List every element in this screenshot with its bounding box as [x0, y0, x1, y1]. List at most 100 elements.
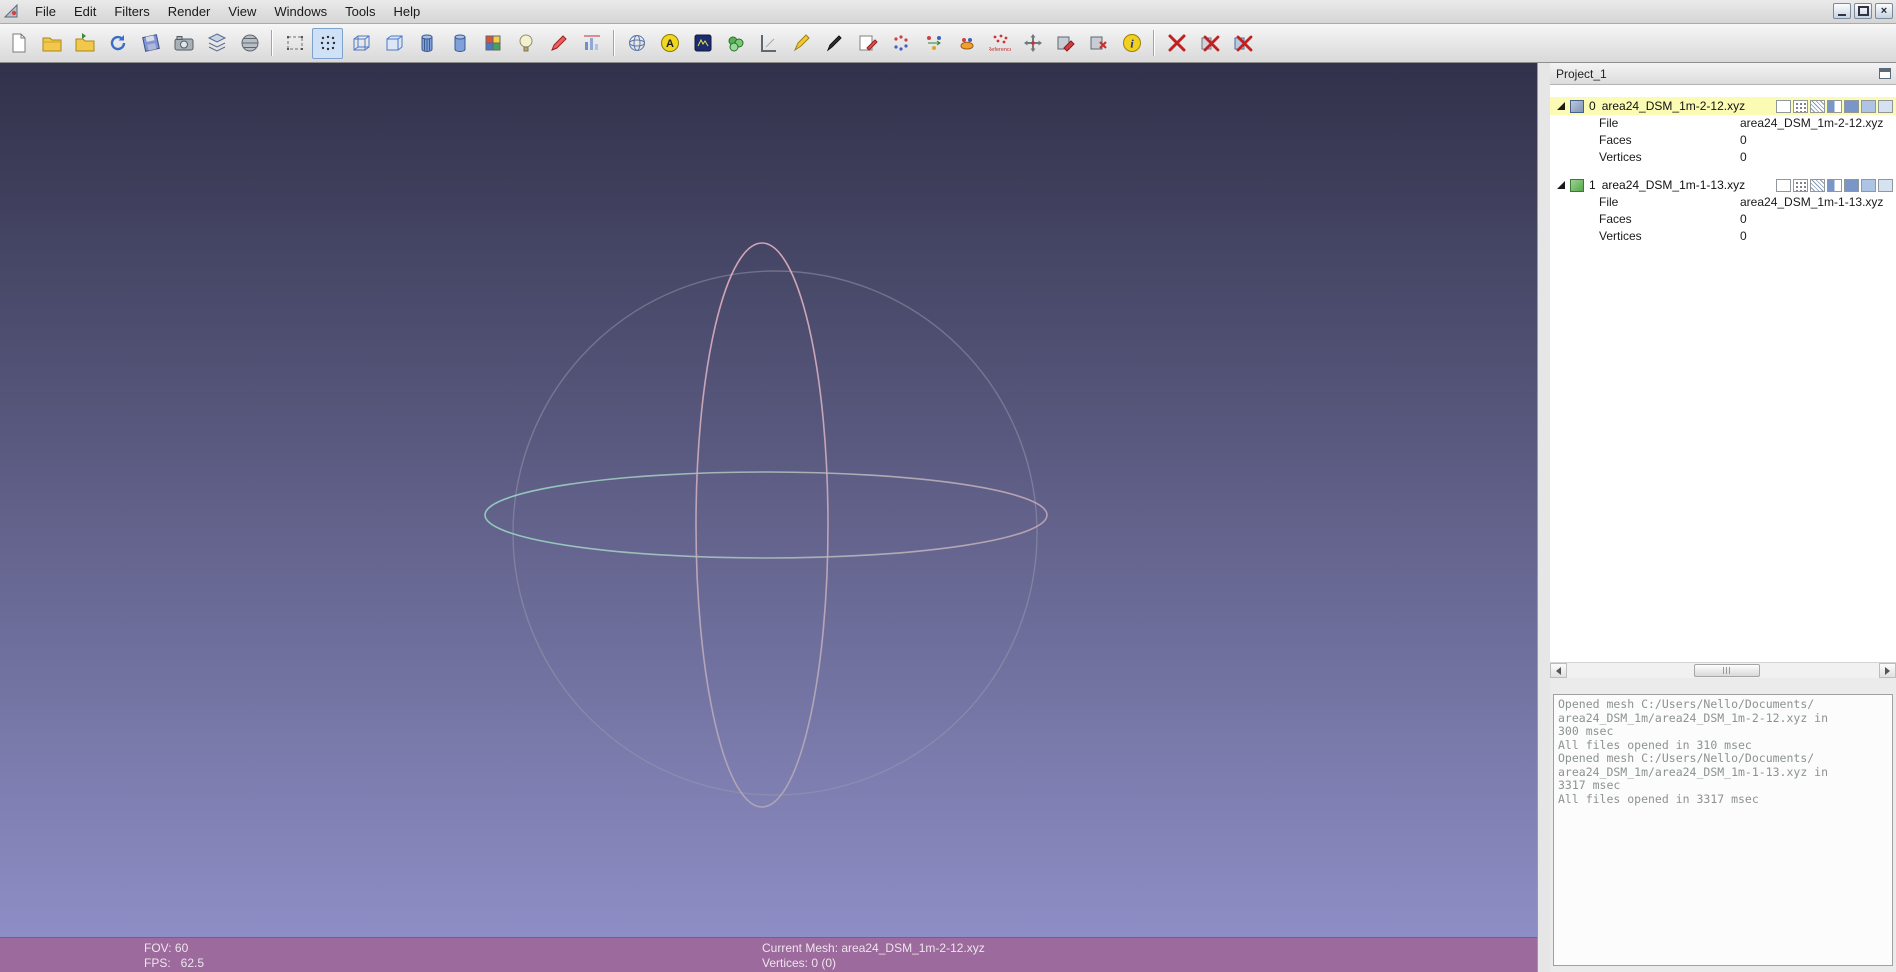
- property-label: Vertices: [1599, 150, 1642, 164]
- bbox-icon[interactable]: [279, 28, 310, 59]
- flat-toggle-icon[interactable]: [1827, 99, 1842, 113]
- reference-icon[interactable]: Reference: [984, 28, 1015, 59]
- hidden-lines-icon[interactable]: [378, 28, 409, 59]
- log-line: area24_DSM_1m/area24_DSM_1m-2-12.xyz in: [1558, 711, 1829, 725]
- menu-help[interactable]: Help: [384, 0, 429, 23]
- save-icon[interactable]: [135, 28, 166, 59]
- manipulator-icon[interactable]: [1017, 28, 1048, 59]
- points-icon[interactable]: [312, 27, 343, 59]
- wireframe-toggle-icon[interactable]: [1810, 178, 1825, 192]
- open-mesh-icon[interactable]: [69, 28, 100, 59]
- menu-view[interactable]: View: [219, 0, 265, 23]
- mesh-layer-icon[interactable]: [1570, 99, 1584, 113]
- project-panel-titlebar: Project_1: [1550, 63, 1896, 85]
- new-document-icon[interactable]: [3, 28, 34, 59]
- menu-filters[interactable]: Filters: [105, 0, 158, 23]
- scroll-left-button[interactable]: [1550, 663, 1567, 678]
- log-line: Opened mesh C:/Users/Nello/Documents/: [1558, 752, 1815, 765]
- raster-view-icon[interactable]: [234, 28, 265, 59]
- trackball-sphere: [484, 242, 1048, 808]
- smooth-toggle-icon[interactable]: [1844, 178, 1859, 192]
- open-project-icon[interactable]: [36, 28, 67, 59]
- delete-raster-icon[interactable]: [1194, 28, 1225, 59]
- property-label: Vertices: [1599, 229, 1642, 243]
- ambient-occlusion-icon[interactable]: A: [654, 28, 685, 59]
- layer-name[interactable]: area24_DSM_1m-1-13.xyz: [1602, 178, 1745, 192]
- menu-file[interactable]: File: [26, 0, 65, 23]
- main-toolbar: A Reference i: [0, 24, 1896, 63]
- glue-icon[interactable]: [951, 28, 982, 59]
- points-toggle-icon[interactable]: [1793, 178, 1808, 192]
- measure-icon[interactable]: [753, 28, 784, 59]
- flat-icon[interactable]: [444, 28, 475, 59]
- annotate-icon[interactable]: [852, 28, 883, 59]
- raster-edit-icon[interactable]: [1050, 28, 1081, 59]
- bbox-toggle-icon[interactable]: [1776, 178, 1791, 192]
- current-mesh-label: Current Mesh: area24_DSM_1m-2-12.xyz: [762, 941, 985, 955]
- bbox-toggle-icon[interactable]: [1776, 99, 1791, 113]
- zpaint-icon[interactable]: [786, 28, 817, 59]
- 3d-viewport[interactable]: [0, 63, 1537, 937]
- menu-render[interactable]: Render: [159, 0, 220, 23]
- property-label: File: [1599, 116, 1619, 130]
- splatting-icon[interactable]: [720, 28, 751, 59]
- property-label: File: [1599, 195, 1619, 209]
- delete-mesh-icon[interactable]: [1161, 28, 1192, 59]
- property-row: Faces 0: [1550, 211, 1896, 228]
- menu-tools[interactable]: Tools: [336, 0, 384, 23]
- minimize-button[interactable]: [1833, 3, 1851, 19]
- layer-name[interactable]: area24_DSM_1m-2-12.xyz: [1602, 99, 1745, 113]
- property-value: 0: [1740, 212, 1747, 226]
- layer-index: 0: [1589, 99, 1596, 113]
- menu-windows[interactable]: Windows: [265, 0, 336, 23]
- close-button[interactable]: ×: [1875, 3, 1893, 19]
- scrollbar-thumb[interactable]: [1694, 664, 1760, 677]
- select-edit-icon[interactable]: [543, 28, 574, 59]
- shader-icon[interactable]: [687, 28, 718, 59]
- scroll-right-button[interactable]: [1879, 663, 1896, 678]
- expander-icon[interactable]: [1557, 181, 1565, 189]
- texture-toggle-icon[interactable]: [1861, 99, 1876, 113]
- flat-lines-icon[interactable]: [411, 28, 442, 59]
- texture-icon[interactable]: [477, 28, 508, 59]
- texture-toggle-icon[interactable]: [1861, 178, 1876, 192]
- points-toggle-icon[interactable]: [1793, 99, 1808, 113]
- toolbar-separator: [271, 30, 273, 56]
- wireframe-icon[interactable]: [345, 28, 376, 59]
- log-console[interactable]: Opened mesh C:/Users/Nello/Documents/ ar…: [1553, 694, 1893, 966]
- align-points-icon[interactable]: [885, 28, 916, 59]
- align-mesh-icon[interactable]: [918, 28, 949, 59]
- wireframe-toggle-icon[interactable]: [1810, 99, 1825, 113]
- close-project-icon[interactable]: [1227, 28, 1258, 59]
- flat-toggle-icon[interactable]: [1827, 178, 1842, 192]
- restore-button[interactable]: [1854, 3, 1872, 19]
- panel-splitter[interactable]: [1537, 63, 1550, 972]
- layer-row[interactable]: 1 area24_DSM_1m-1-13.xyz: [1550, 176, 1896, 194]
- meshlab-logo-icon: [4, 3, 20, 20]
- light-icon[interactable]: [510, 28, 541, 59]
- info-icon[interactable]: i: [1116, 28, 1147, 59]
- raster-delete-icon[interactable]: [1083, 28, 1114, 59]
- log-line: 3317 msec: [1558, 779, 1621, 792]
- snapshot-icon[interactable]: [168, 28, 199, 59]
- color-toggle-icon[interactable]: [1878, 99, 1893, 113]
- horizontal-scrollbar[interactable]: [1550, 662, 1896, 678]
- layers-dialog-icon[interactable]: [201, 28, 232, 59]
- property-value: 0: [1740, 150, 1747, 164]
- color-toggle-icon[interactable]: [1878, 178, 1893, 192]
- dock-icon[interactable]: [1879, 68, 1891, 79]
- reload-icon[interactable]: [102, 28, 133, 59]
- expander-icon[interactable]: [1557, 102, 1565, 110]
- mesh-layer-icon[interactable]: [1570, 178, 1584, 192]
- meshlab-window: File Edit Filters Render View Windows To…: [0, 0, 1896, 972]
- layer-properties: File area24_DSM_1m-1-13.xyz Faces 0 Vert…: [1550, 194, 1896, 245]
- menu-edit[interactable]: Edit: [65, 0, 105, 23]
- trackball-icon[interactable]: [621, 28, 652, 59]
- quality-histogram-icon[interactable]: [576, 28, 607, 59]
- layer-row[interactable]: 0 area24_DSM_1m-2-12.xyz: [1550, 97, 1896, 115]
- pick-points-icon[interactable]: [819, 28, 850, 59]
- log-line: 300 msec: [1558, 725, 1614, 738]
- property-value: area24_DSM_1m-1-13.xyz: [1740, 195, 1884, 209]
- layer-properties: File area24_DSM_1m-2-12.xyz Faces 0 Vert…: [1550, 115, 1896, 166]
- smooth-toggle-icon[interactable]: [1844, 99, 1859, 113]
